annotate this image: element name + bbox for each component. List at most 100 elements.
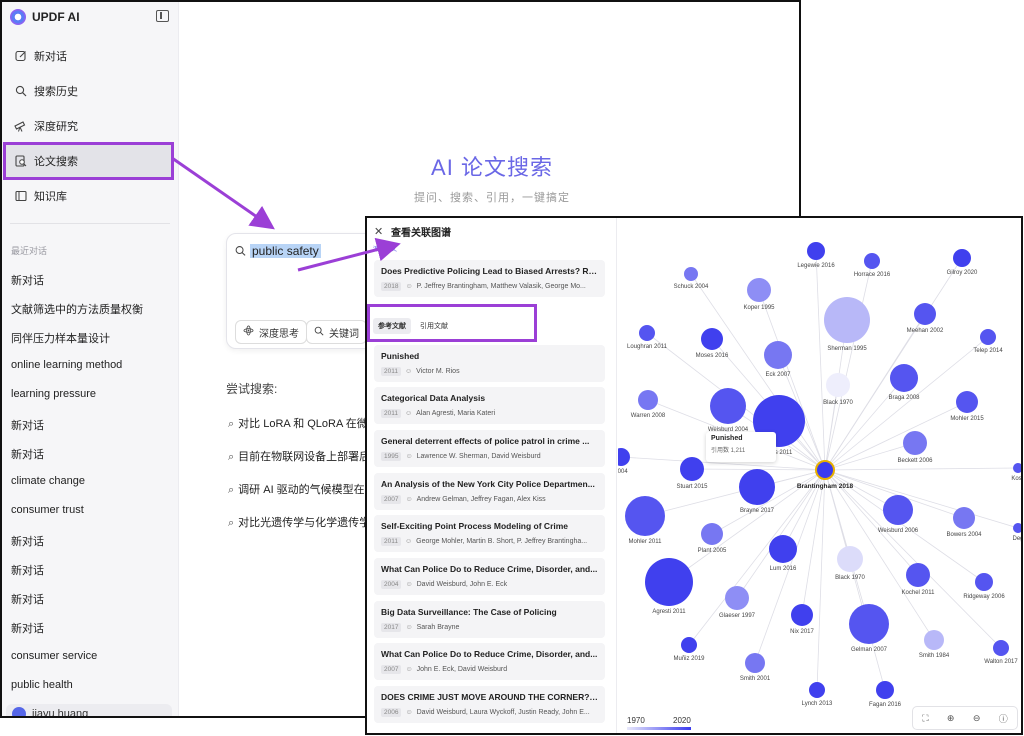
nav-new-chat[interactable]: 新对话 xyxy=(4,39,172,73)
highlight-box-tabs xyxy=(367,304,537,342)
recent-chat-item[interactable]: climate change xyxy=(11,475,85,487)
deep-think-chip[interactable]: 深度思考 xyxy=(235,320,307,344)
person-icon: ☺ xyxy=(405,581,413,588)
paper-card[interactable]: DOES CRIME JUST MOVE AROUND THE CORNER? … xyxy=(374,686,605,723)
graph-node[interactable] xyxy=(684,267,698,281)
paper-card[interactable]: Big Data Surveillance: The Case of Polic… xyxy=(374,601,605,638)
recent-chat-item[interactable]: consumer service xyxy=(11,650,97,662)
graph-node[interactable] xyxy=(639,325,655,341)
page-subtitle: 提问、搜索、引用，一键搞定 xyxy=(414,192,570,204)
paper-title: What Can Police Do to Reduce Crime, Diso… xyxy=(381,564,598,574)
recent-chat-item[interactable]: 新对话 xyxy=(11,417,44,433)
keyword-chip[interactable]: 关键词 xyxy=(306,320,367,344)
close-icon[interactable]: ✕ xyxy=(374,225,383,238)
graph-node[interactable] xyxy=(876,681,894,699)
graph-node[interactable] xyxy=(975,573,993,591)
recent-chat-item[interactable]: 新对话 xyxy=(11,620,44,636)
graph-node[interactable] xyxy=(809,682,825,698)
search-box[interactable]: public safety 深度思考 关键词 xyxy=(226,233,376,349)
paper-card[interactable]: An Analysis of the New York City Police … xyxy=(374,473,605,510)
search-input[interactable]: public safety xyxy=(250,244,321,258)
recent-chat-item[interactable]: 文献筛选中的方法质量权衡 xyxy=(11,301,143,317)
paper-card[interactable]: What Can Police Do to Reduce Crime, Diso… xyxy=(374,558,605,595)
graph-node[interactable] xyxy=(680,457,704,481)
recent-chat-item[interactable]: 新对话 xyxy=(11,446,44,462)
recent-chat-item[interactable]: learning pressure xyxy=(11,388,96,400)
graph-node[interactable] xyxy=(956,391,978,413)
graph-node[interactable] xyxy=(924,630,944,650)
graph-node[interactable] xyxy=(769,535,797,563)
collapse-sidebar-icon[interactable] xyxy=(156,10,169,22)
graph-node-label: Meehan 2002 xyxy=(907,328,944,334)
graph-node[interactable] xyxy=(791,604,813,626)
recent-chat-item[interactable]: consumer trust xyxy=(11,504,84,516)
graph-node[interactable] xyxy=(681,637,697,653)
graph-node[interactable] xyxy=(710,388,746,424)
search-icon: ⌕ xyxy=(228,484,235,496)
paper-card[interactable]: General deterrent effects of police patr… xyxy=(374,430,605,467)
recent-chat-item[interactable]: 新对话 xyxy=(11,591,44,607)
zoom-out-icon[interactable]: ⊖ xyxy=(973,713,981,724)
paper-card[interactable]: Categorical Data Analysis 2011 ☺ Alan Agre… xyxy=(374,387,605,424)
citation-graph[interactable]: Legewie 2016 Horrace 2016 Gilroy 2020 Schuc… xyxy=(618,218,1023,735)
graph-node[interactable] xyxy=(837,546,863,572)
help-icon[interactable]: ⓘ xyxy=(999,712,1008,725)
graph-node[interactable] xyxy=(903,431,927,455)
paper-card[interactable]: Punished 2011 ☺ Victor M. Rios xyxy=(374,345,605,382)
nav-search-history[interactable]: 搜索历史 xyxy=(4,74,172,108)
brand[interactable]: UPDF AI xyxy=(10,8,80,26)
graph-node[interactable] xyxy=(739,469,775,505)
graph-node[interactable] xyxy=(725,586,749,610)
recent-chat-item[interactable]: 新对话 xyxy=(11,533,44,549)
graph-node[interactable] xyxy=(864,253,880,269)
person-icon: ☺ xyxy=(405,624,413,631)
graph-node[interactable] xyxy=(1013,523,1023,533)
recent-chat-item[interactable]: 新对话 xyxy=(11,272,44,288)
recent-chat-item[interactable]: 新对话 xyxy=(11,562,44,578)
graph-node[interactable] xyxy=(906,563,930,587)
graph-edge xyxy=(824,467,1019,471)
graph-node[interactable] xyxy=(1013,463,1023,473)
graph-node[interactable] xyxy=(618,448,630,466)
graph-node[interactable] xyxy=(701,328,723,350)
zoom-in-icon[interactable]: ⊕ xyxy=(947,713,955,724)
nav-deep-research[interactable]: 深度研究 xyxy=(4,109,172,143)
seed-paper-card[interactable]: Does Predictive Policing Lead to Biased … xyxy=(374,260,605,297)
graph-node[interactable] xyxy=(826,373,850,397)
person-icon: ☺ xyxy=(404,368,413,375)
paper-title: General deterrent effects of police patr… xyxy=(381,436,590,446)
suggested-query[interactable]: ⌕ 目前在物联网设备上部署后k xyxy=(228,448,376,464)
graph-node[interactable] xyxy=(645,558,693,606)
recent-chat-item[interactable]: 同伴压力样本量设计 xyxy=(11,330,110,346)
nav-knowledge-base[interactable]: 知识库 xyxy=(4,179,172,213)
fit-view-icon[interactable]: ⛶ xyxy=(922,713,928,724)
graph-node[interactable] xyxy=(807,242,825,260)
graph-node[interactable] xyxy=(883,495,913,525)
suggested-query[interactable]: ⌕ 对比 LoRA 和 QLoRA 在微调 xyxy=(228,415,379,431)
suggested-query[interactable]: ⌕ 对比光遗传学与化学遗传学在 xyxy=(228,514,381,530)
graph-node[interactable] xyxy=(824,297,870,343)
paper-title: What Can Police Do to Reduce Crime, Diso… xyxy=(381,649,598,659)
recent-chat-item[interactable]: public health xyxy=(11,679,73,691)
graph-node[interactable] xyxy=(764,341,792,369)
graph-node-label: Muñiz 2019 xyxy=(673,656,705,662)
graph-node[interactable] xyxy=(914,303,936,325)
graph-node[interactable] xyxy=(701,523,723,545)
graph-node[interactable] xyxy=(638,390,658,410)
graph-node[interactable] xyxy=(745,653,765,673)
graph-node[interactable] xyxy=(953,507,975,529)
graph-node[interactable] xyxy=(849,604,889,644)
graph-node[interactable] xyxy=(890,364,918,392)
center-paper-node[interactable] xyxy=(815,460,835,480)
graph-node[interactable] xyxy=(953,249,971,267)
graph-node[interactable] xyxy=(625,496,665,536)
recent-chat-item[interactable]: online learning method xyxy=(11,359,122,371)
graph-canvas[interactable]: Legewie 2016 Horrace 2016 Gilroy 2020 Schuc… xyxy=(618,218,1023,735)
paper-card[interactable]: What Can Police Do to Reduce Crime, Diso… xyxy=(374,643,605,680)
user-profile[interactable]: jiayu huang xyxy=(6,704,172,716)
graph-node[interactable] xyxy=(747,278,771,302)
graph-node[interactable] xyxy=(993,640,1009,656)
paper-card[interactable]: Self-Exciting Point Process Modeling of … xyxy=(374,515,605,552)
graph-node[interactable] xyxy=(980,329,996,345)
suggested-query[interactable]: ⌕ 调研 AI 驱动的气候模型在预 xyxy=(228,481,376,497)
